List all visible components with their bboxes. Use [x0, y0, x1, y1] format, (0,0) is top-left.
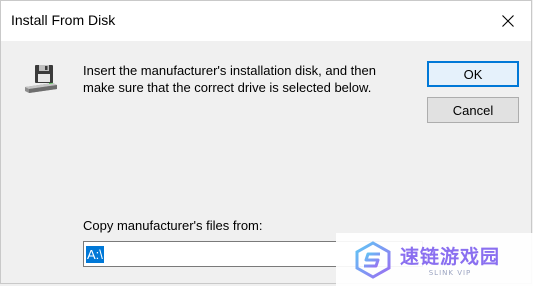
watermark-subtext: SLINK VIP — [428, 269, 472, 277]
message-line-2: make sure that the correct drive is sele… — [83, 80, 372, 95]
ok-button[interactable]: OK — [427, 61, 519, 87]
window-title: Install From Disk — [11, 12, 116, 28]
watermark-overlay: 速链游戏园 SLINK VIP — [336, 233, 533, 286]
close-button[interactable] — [485, 1, 531, 41]
close-icon — [502, 15, 514, 27]
message-line-1: Insert the manufacturer's installation d… — [83, 63, 376, 78]
watermark-logo-icon — [355, 240, 391, 279]
watermark-text: 速链游戏园 — [400, 246, 501, 268]
instruction-message: Insert the manufacturer's installation d… — [83, 62, 403, 96]
title-bar[interactable]: Install From Disk — [1, 1, 531, 41]
cancel-button[interactable]: Cancel — [427, 97, 519, 123]
watermark-text-group: 速链游戏园 SLINK VIP — [400, 242, 500, 277]
copy-from-label: Copy manufacturer's files from: — [83, 218, 263, 233]
copy-from-path-value: A:\ — [86, 245, 104, 263]
install-from-disk-dialog: Install From Disk Insert the manufacture… — [0, 0, 533, 286]
floppy-disk-drive-icon — [25, 65, 57, 93]
